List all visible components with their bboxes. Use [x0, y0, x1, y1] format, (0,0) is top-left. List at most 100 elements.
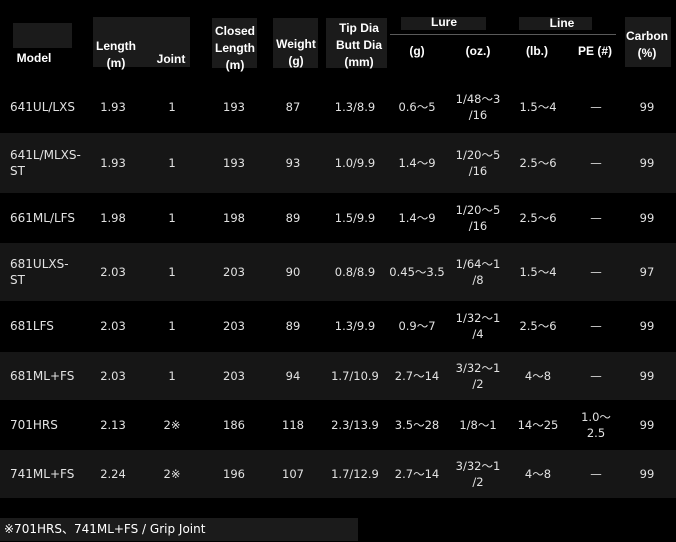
cell-line-pe: — — [590, 156, 602, 170]
cell-line-pe: — — [590, 100, 602, 114]
cell-weight: 90 — [285, 265, 301, 279]
cell-model: 681LFS — [10, 318, 54, 333]
cell-tip-butt-dia: 1.3/8.9 — [334, 100, 376, 114]
cell-lure-g: 1.4～9 — [398, 210, 436, 225]
cell-tip-butt-dia: 0.8/8.9 — [334, 265, 376, 279]
cell-closed-length: 203 — [223, 369, 245, 383]
header-closed-length: Closed Length (m) — [214, 24, 255, 72]
cell-lure-g: 3.5～28 — [394, 418, 440, 432]
header-line: Line — [549, 16, 575, 30]
cell-model: 681ML+FS — [10, 369, 75, 383]
header-line-lb: (lb.) — [526, 44, 548, 58]
cell-line-pe: — — [590, 369, 602, 383]
cell-lure-g: 2.7～14 — [394, 467, 440, 481]
table-row: 681LFS 2.03 1 203 89 1.3/9.9 0.9～7 1/32～1 /4 2.5… — [0, 302, 676, 349]
cell-line-lb: 2.5～6 — [519, 318, 557, 333]
table-row: 681ML+FS 2.03 1 203 94 1.7/10.9 2.7～14 3/32～1 /… — [0, 352, 676, 400]
cell-closed-length: 196 — [223, 467, 245, 481]
cell-weight: 89 — [285, 318, 301, 333]
cell-line-lb: 2.5～6 — [519, 156, 557, 170]
cell-model: 681ULXS- ST — [10, 257, 69, 287]
cell-lure-g: 1.4～9 — [398, 156, 436, 170]
cell-tip-butt-dia: 1.5/9.9 — [334, 210, 376, 225]
header-rule-lure-line — [390, 34, 616, 35]
cell-line-pe: — — [590, 265, 602, 279]
cell-model: 641L/MLXS- ST — [10, 148, 81, 178]
header-weight: Weight (g) — [276, 37, 316, 68]
cell-length: 2.13 — [100, 418, 126, 432]
cell-line-lb: 4～8 — [524, 467, 552, 481]
cell-joint: 1 — [168, 210, 176, 225]
cell-carbon: 99 — [639, 418, 655, 432]
cell-line-lb: 14～25 — [517, 418, 559, 432]
cell-model: 641UL/LXS — [10, 100, 75, 114]
header-lure-g: (g) — [409, 44, 425, 58]
cell-line-pe: — — [590, 467, 602, 481]
header-length: Length (m) — [96, 39, 136, 70]
cell-lure-oz: 1/20～5 /16 — [455, 148, 501, 178]
cell-closed-length: 203 — [223, 318, 245, 333]
cell-closed-length: 203 — [223, 265, 245, 279]
header-model: Model — [16, 51, 52, 65]
cell-closed-length: 193 — [223, 100, 245, 114]
table-row: 641UL/LXS 1.93 1 193 87 1.3/8.9 0.6～5 1/48～3 /1… — [0, 83, 676, 131]
cell-closed-length: 186 — [223, 418, 245, 432]
cell-joint: 1 — [168, 369, 176, 383]
table-row: 641L/MLXS- ST 1.93 1 193 93 1.0/9.9 1.4～9 1/20～… — [0, 133, 676, 193]
cell-weight: 89 — [285, 210, 301, 225]
cell-weight: 93 — [285, 156, 301, 170]
cell-lure-oz: 1/8～1 — [459, 418, 497, 432]
cell-carbon: 99 — [639, 210, 655, 225]
cell-lure-oz: 1/20～5 /16 — [455, 202, 501, 233]
cell-line-lb: 1.5～4 — [519, 100, 557, 114]
cell-lure-g: 0.45～3.5 — [389, 265, 445, 279]
cell-carbon: 97 — [639, 265, 655, 279]
cell-carbon: 99 — [639, 369, 655, 383]
cell-joint: 1 — [168, 156, 176, 170]
header-carbon: Carbon (%) — [626, 29, 668, 60]
cell-lure-oz: 1/64～1 /8 — [455, 257, 501, 287]
cell-joint: 2※ — [163, 467, 181, 481]
header-lure: Lure — [430, 15, 457, 29]
cell-line-pe: — — [590, 210, 602, 225]
cell-lure-oz: 1/48～3 /16 — [455, 92, 501, 122]
cell-lure-g: 0.6～5 — [398, 100, 436, 114]
table-row: 661ML/LFS 1.98 1 198 89 1.5/9.9 1.4～9 1/20～5 /1… — [0, 194, 676, 241]
footnote: ※701HRS、741ML+FS / Grip Joint — [0, 518, 358, 541]
cell-line-lb: 2.5～6 — [519, 210, 557, 225]
cell-carbon: 99 — [639, 318, 655, 333]
cell-joint: 1 — [168, 318, 176, 333]
cell-weight: 107 — [282, 467, 304, 481]
table-row: 701HRS 2.13 2※ 186 118 2.3/13.9 3.5～28 1/8～1 14～… — [0, 402, 676, 448]
cell-line-lb: 1.5～4 — [519, 265, 557, 279]
header-tip-butt: Tip Dia Butt Dia (mm) — [336, 21, 382, 69]
header-lure-oz: (oz.) — [465, 44, 491, 58]
cell-line-pe: — — [590, 318, 602, 333]
cell-tip-butt-dia: 1.3/9.9 — [334, 318, 376, 333]
header-joint: Joint — [156, 52, 186, 66]
cell-length: 2.03 — [100, 369, 126, 383]
cell-length: 2.03 — [100, 265, 126, 279]
cell-tip-butt-dia: 1.7/10.9 — [331, 369, 379, 383]
cell-length: 1.93 — [100, 100, 126, 114]
cell-tip-butt-dia: 2.3/13.9 — [331, 418, 379, 432]
cell-joint: 2※ — [163, 418, 181, 432]
cell-lure-g: 0.9～7 — [398, 318, 436, 333]
cell-line-lb: 4～8 — [524, 369, 552, 383]
cell-joint: 1 — [168, 100, 176, 114]
table-row: 741ML+FS 2.24 2※ 196 107 1.7/12.9 2.7～14 3/32～1… — [0, 450, 676, 498]
cell-carbon: 99 — [639, 156, 655, 170]
cell-closed-length: 193 — [223, 156, 245, 170]
cell-closed-length: 198 — [223, 210, 245, 225]
cell-lure-oz: 3/32～1 /2 — [455, 459, 501, 489]
cell-weight: 94 — [285, 369, 301, 383]
cell-lure-g: 2.7～14 — [394, 369, 440, 383]
cell-tip-butt-dia: 1.7/12.9 — [331, 467, 379, 481]
cell-model: 701HRS — [10, 418, 58, 432]
header-bg-model — [13, 23, 72, 48]
cell-carbon: 99 — [639, 100, 655, 114]
cell-tip-butt-dia: 1.0/9.9 — [334, 156, 376, 170]
cell-weight: 87 — [285, 100, 301, 114]
header-line-pe: PE (#) — [577, 44, 612, 58]
cell-length: 2.03 — [100, 318, 126, 333]
